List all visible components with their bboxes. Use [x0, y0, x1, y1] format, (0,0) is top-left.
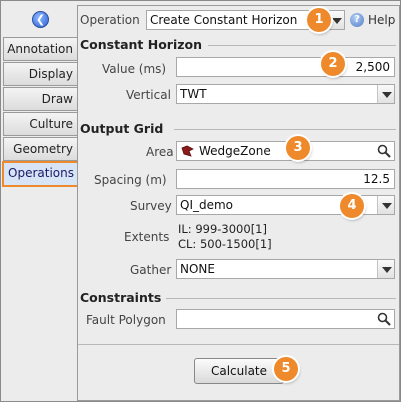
gather-select[interactable]: NONE — [176, 259, 395, 279]
extents-label: Extents — [124, 230, 170, 244]
output-grid-title: Output Grid — [80, 121, 164, 136]
calculate-button[interactable]: Calculate — [194, 358, 284, 384]
operations-window: ❮ Annotation Display Draw Culture Geomet… — [0, 0, 401, 402]
operation-value: Create Constant Horizon — [150, 13, 298, 27]
search-icon[interactable] — [377, 312, 391, 326]
vertical-label: Vertical — [126, 88, 171, 102]
survey-value: QI_demo — [180, 198, 234, 212]
callout-badge-5: 5 — [274, 357, 298, 381]
callout-badge-1: 1 — [307, 8, 331, 32]
chevron-down-icon[interactable] — [377, 85, 394, 103]
help-link[interactable]: Help — [368, 13, 395, 27]
survey-label: Survey — [130, 199, 172, 213]
tab-operations[interactable]: Operations — [2, 161, 80, 187]
constant-horizon-title: Constant Horizon — [80, 37, 202, 52]
constraints-title: Constraints — [80, 290, 162, 305]
section-divider — [208, 45, 396, 46]
chevron-down-icon[interactable] — [377, 260, 394, 278]
extents-il-value: IL: 999-3000[1] — [178, 222, 267, 236]
back-arrow-icon[interactable]: ❮ — [32, 11, 49, 28]
spacing-input[interactable]: 12.5 — [176, 169, 395, 189]
tab-culture[interactable]: Culture — [3, 112, 79, 136]
tab-draw[interactable]: Draw — [3, 87, 79, 111]
polygon-icon — [181, 145, 194, 157]
section-divider — [174, 129, 396, 130]
operation-label: Operation — [80, 13, 140, 27]
tab-geometry[interactable]: Geometry — [3, 137, 79, 161]
help-icon[interactable]: ? — [350, 13, 364, 27]
fault-polygon-label: Fault Polygon — [86, 313, 166, 327]
extents-cl-value: CL: 500-1500[1] — [178, 237, 272, 251]
spacing-label: Spacing (m) — [94, 173, 167, 187]
chevron-down-icon[interactable] — [377, 196, 394, 214]
callout-badge-2: 2 — [321, 52, 345, 76]
gather-value: NONE — [180, 262, 215, 276]
tab-annotation[interactable]: Annotation — [3, 37, 79, 61]
search-icon[interactable] — [377, 144, 391, 158]
operation-panel: Operation Create Constant Horizon ? Help… — [77, 5, 400, 401]
vertical-value: TWT — [180, 87, 207, 101]
sidebar: ❮ Annotation Display Draw Culture Geomet… — [2, 1, 80, 401]
footer-divider — [78, 344, 399, 345]
callout-badge-4: 4 — [340, 194, 364, 218]
value-input[interactable]: 2,500 — [176, 57, 395, 77]
value-label: Value (ms) — [102, 62, 167, 76]
tab-display[interactable]: Display — [3, 62, 79, 86]
vertical-select[interactable]: TWT — [176, 84, 395, 104]
callout-badge-3: 3 — [286, 136, 310, 160]
area-value: WedgeZone — [199, 144, 271, 158]
area-label: Area — [146, 145, 174, 159]
gather-label: Gather — [130, 263, 172, 277]
section-divider — [166, 298, 396, 299]
fault-polygon-field[interactable] — [176, 309, 395, 329]
